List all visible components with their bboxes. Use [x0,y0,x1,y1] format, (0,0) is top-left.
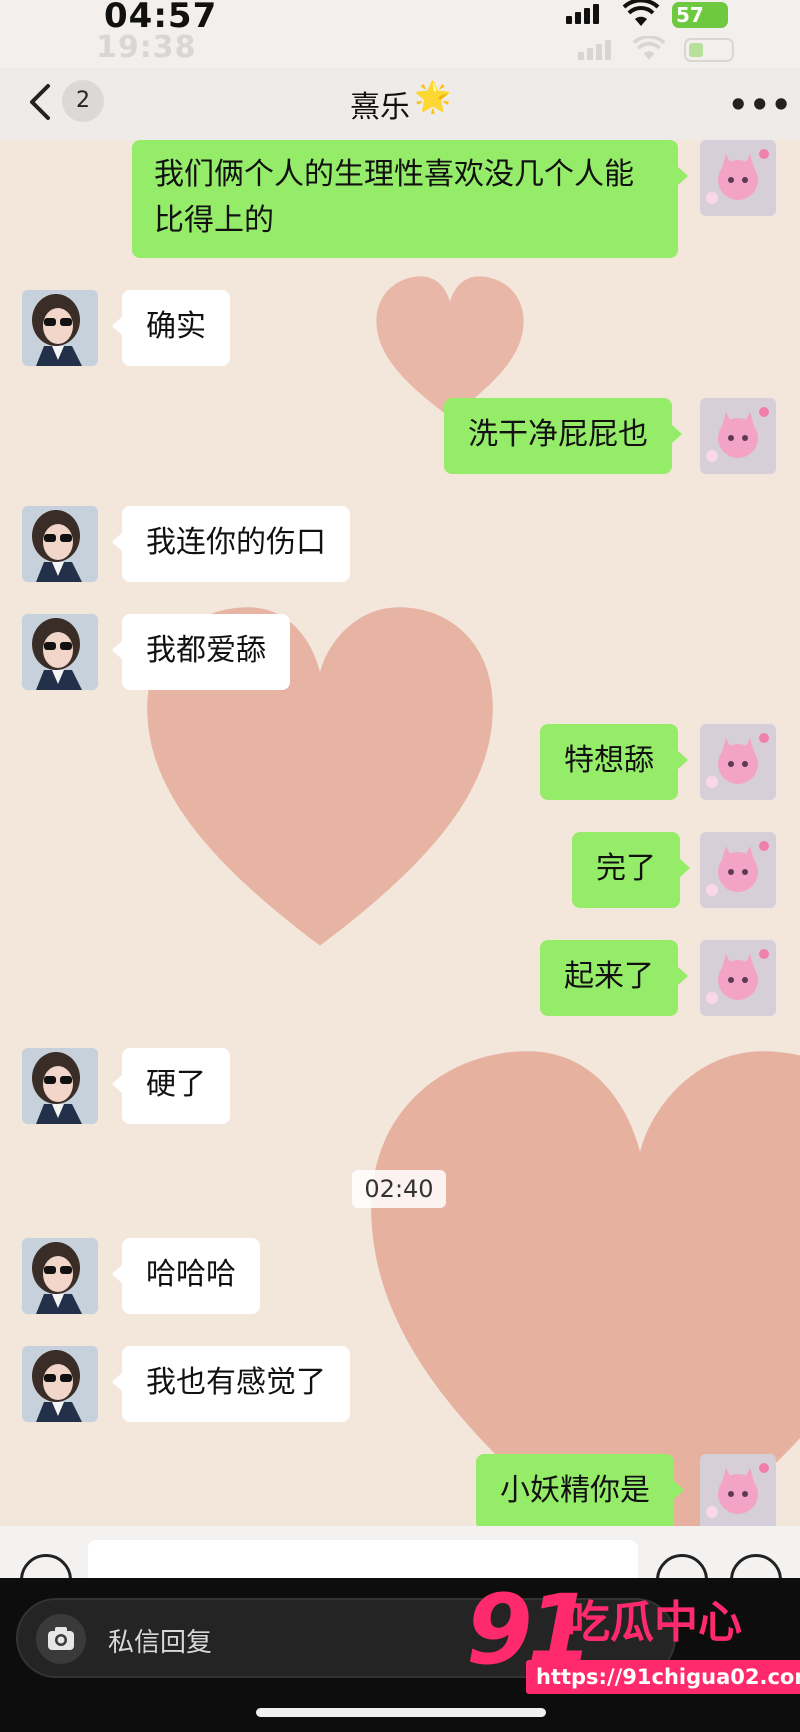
girl-avatar-icon [22,1048,98,1124]
message-bubble-incoming[interactable]: 我连你的伤口 [112,506,350,582]
avatar[interactable] [22,1238,98,1314]
message-bubble-outgoing[interactable]: 洗干净屁屁也 [444,398,682,474]
chat-header: 2 熹乐 🌟 ••• [0,68,800,140]
message-bubble-incoming[interactable]: 我也有感觉了 [112,1346,350,1422]
status-bar: 04:57 19:38 57 [0,0,800,68]
message-text: 我们俩个人的生理性喜欢没几个人能 [154,157,634,192]
reply-overlay: 私信回复 91 吃瓜中心 https://91chigua02.com [0,1578,800,1732]
voice-icon[interactable] [20,1554,72,1578]
girl-avatar-icon [22,1346,98,1422]
girl-avatar-icon [22,506,98,582]
avatar[interactable] [22,1048,98,1124]
reply-placeholder: 私信回复 [108,1628,213,1658]
more-dots-icon[interactable]: ••• [728,86,792,124]
avatar[interactable] [700,140,776,216]
avatar[interactable] [700,832,776,908]
avatar[interactable] [22,290,98,366]
message-bubble-outgoing[interactable]: 完了 [572,832,690,908]
message-timestamp: 02:40 [352,1170,446,1208]
message-bubble-outgoing[interactable]: 特想舔 [540,724,688,800]
watermark-url: https://91chigua02.com [526,1660,800,1694]
message-input[interactable] [88,1540,638,1578]
battery-icon: 57 [672,2,728,28]
cat-avatar-icon [700,724,776,800]
message-text: 比得上的 [154,203,274,238]
girl-avatar-icon [22,290,98,366]
chat-title: 熹乐 [350,90,410,125]
cat-avatar-icon [700,398,776,474]
cat-avatar-icon [700,940,776,1016]
cat-avatar-icon [700,140,776,216]
back-chevron-icon[interactable] [26,82,56,122]
camera-icon[interactable] [36,1614,86,1664]
unread-count-badge[interactable]: 2 [62,80,104,122]
plus-icon[interactable] [730,1554,782,1578]
message-bubble-incoming[interactable]: 我都爱舔 [112,614,290,690]
message-bubble-outgoing[interactable]: 我们俩个人的生理性喜欢没几个人能 比得上的 [132,140,688,258]
message-bubble-incoming[interactable]: 硬了 [112,1048,230,1124]
watermark-logo-text: 吃瓜中心 [566,1597,742,1648]
message-bubble-incoming[interactable]: 确实 [112,290,230,366]
status-time-bottom: 19:38 [96,30,197,65]
emoji-icon[interactable] [656,1554,708,1578]
message-bubble-outgoing[interactable]: 小妖精你是 [476,1454,684,1526]
wifi-icon [622,0,660,26]
avatar[interactable] [22,614,98,690]
avatar[interactable] [700,1454,776,1526]
message-input-bar [0,1526,800,1578]
avatar[interactable] [700,940,776,1016]
cat-avatar-icon [700,1454,776,1526]
cellular-signal-icon [566,4,599,24]
chat-messages-area[interactable]: 我们俩个人的生理性喜欢没几个人能 比得上的 确实 洗干净屁屁也 我连你的伤口 我… [0,140,800,1526]
home-indicator[interactable] [256,1708,546,1717]
message-bubble-outgoing[interactable]: 起来了 [540,940,688,1016]
cat-avatar-icon [700,832,776,908]
wifi-icon-secondary [632,36,666,60]
girl-avatar-icon [22,1238,98,1314]
star-emoji-icon: 🌟 [414,80,452,115]
avatar[interactable] [22,1346,98,1422]
battery-level: 57 [676,3,704,27]
girl-avatar-icon [22,614,98,690]
battery-icon-secondary [684,38,734,62]
message-bubble-incoming[interactable]: 哈哈哈 [112,1238,260,1314]
cellular-signal-icon-secondary [578,40,611,60]
avatar[interactable] [700,398,776,474]
avatar[interactable] [22,506,98,582]
avatar[interactable] [700,724,776,800]
